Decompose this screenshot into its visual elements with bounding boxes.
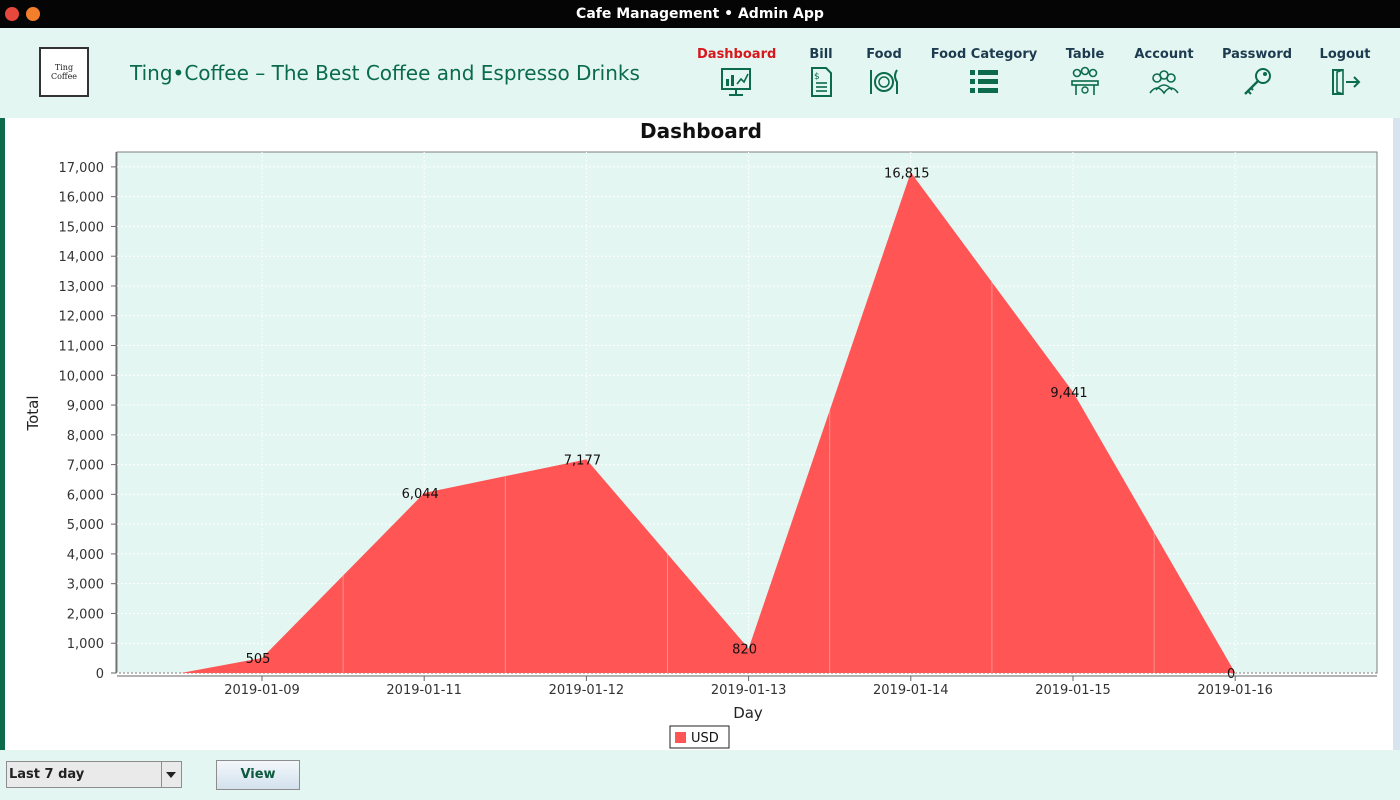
nav-password[interactable]: Password bbox=[1221, 47, 1293, 98]
y-tick-label: 4,000 bbox=[67, 548, 104, 563]
nav-table[interactable]: Table bbox=[1061, 47, 1109, 98]
data-label: 6,044 bbox=[402, 487, 439, 502]
y-tick-label: 5,000 bbox=[67, 518, 104, 533]
key-icon bbox=[1244, 68, 1271, 95]
account-icon bbox=[1149, 70, 1179, 95]
app-name: Ting•Coffee – The Best Coffee and Espres… bbox=[130, 61, 640, 85]
x-tick-label: 2019-01-16 bbox=[1197, 683, 1273, 698]
x-tick-label: 2019-01-11 bbox=[386, 683, 462, 698]
data-label: 820 bbox=[732, 643, 757, 658]
dashboard-panel: Dashboard 505 6,044 7,177 820 16,815 9,441 0 0… bbox=[0, 118, 1400, 750]
y-tick-label: 11,000 bbox=[59, 340, 105, 355]
app-header: Ting Coffee Ting•Coffee – The Best Coffe… bbox=[0, 28, 1400, 118]
y-tick-label: 8,000 bbox=[67, 429, 104, 444]
logout-icon bbox=[1332, 68, 1361, 96]
nav-food-category-label: Food Category bbox=[930, 47, 1038, 62]
data-label: 505 bbox=[246, 652, 271, 667]
x-tick-label: 2019-01-09 bbox=[224, 683, 300, 698]
data-label: 16,815 bbox=[884, 166, 930, 181]
nav-food[interactable]: Food bbox=[861, 47, 907, 98]
y-tick-label: 6,000 bbox=[67, 488, 104, 503]
legend-swatch-usd bbox=[675, 732, 686, 743]
y-tick-label: 9,000 bbox=[67, 399, 104, 414]
legend-label-usd: USD bbox=[691, 731, 719, 746]
chart-title: Dashboard bbox=[640, 119, 762, 143]
y-tick-label: 2,000 bbox=[67, 607, 104, 622]
x-tick-label: 2019-01-15 bbox=[1035, 683, 1111, 698]
nav-food-category[interactable]: Food Category bbox=[929, 47, 1039, 98]
window-title: Cafe Management • Admin App bbox=[576, 6, 824, 22]
x-axis-title: Day bbox=[733, 704, 763, 722]
y-tick-label: 0 bbox=[96, 667, 104, 682]
y-axis: 0 1,000 2,000 3,000 4,000 5,000 6,000 7,000 8,00… bbox=[59, 152, 117, 682]
nav-logout[interactable]: Logout bbox=[1317, 47, 1373, 98]
nav-account[interactable]: Account bbox=[1130, 47, 1198, 98]
y-tick-label: 14,000 bbox=[59, 250, 105, 265]
nav-dashboard[interactable]: Dashboard bbox=[697, 47, 777, 98]
window-titlebar: Cafe Management • Admin App bbox=[0, 0, 1400, 28]
date-range-select[interactable]: Last 7 day bbox=[6, 761, 182, 788]
footer-controls: Last 7 day View bbox=[0, 750, 1400, 800]
app-logo: Ting Coffee bbox=[39, 47, 89, 97]
chart-legend: USD bbox=[669, 725, 730, 749]
y-tick-label: 13,000 bbox=[59, 280, 105, 295]
y-tick-label: 3,000 bbox=[67, 578, 104, 593]
nav-dashboard-label: Dashboard bbox=[697, 47, 777, 62]
y-axis-title: Total bbox=[24, 395, 42, 431]
svg-text:$: $ bbox=[814, 72, 820, 82]
data-label: 7,177 bbox=[564, 453, 601, 468]
table-icon bbox=[1071, 66, 1099, 95]
dashboard-icon bbox=[721, 68, 751, 96]
x-tick-label: 2019-01-14 bbox=[873, 683, 949, 698]
nav-account-label: Account bbox=[1134, 47, 1194, 62]
x-tick-label: 2019-01-12 bbox=[549, 683, 625, 698]
date-range-value: Last 7 day bbox=[9, 767, 85, 782]
nav-food-label: Food bbox=[866, 47, 902, 62]
nav-logout-label: Logout bbox=[1319, 47, 1371, 62]
view-button[interactable]: View bbox=[216, 760, 300, 790]
nav-bill[interactable]: Bill $ bbox=[801, 47, 841, 98]
y-tick-label: 10,000 bbox=[59, 369, 105, 384]
nav-bill-label: Bill bbox=[809, 47, 833, 62]
revenue-area-chart: Dashboard 505 6,044 7,177 820 16,815 9,441 0 0… bbox=[24, 119, 1378, 749]
list-icon bbox=[970, 70, 998, 93]
logo-line-1: Ting bbox=[54, 63, 74, 72]
y-tick-label: 16,000 bbox=[59, 191, 105, 206]
y-tick-label: 1,000 bbox=[67, 637, 104, 652]
y-tick-label: 17,000 bbox=[59, 161, 105, 176]
x-tick-label: 2019-01-13 bbox=[711, 683, 787, 698]
chevron-down-icon[interactable] bbox=[161, 762, 181, 787]
nav-table-label: Table bbox=[1065, 47, 1105, 62]
y-tick-label: 12,000 bbox=[59, 310, 105, 325]
nav-password-label: Password bbox=[1221, 47, 1293, 62]
food-icon bbox=[870, 69, 898, 94]
data-label: 0 bbox=[1227, 667, 1235, 682]
data-label: 9,441 bbox=[1050, 386, 1087, 401]
x-axis: 2019-01-09 2019-01-11 2019-01-12 2019-01-13… bbox=[117, 675, 1377, 698]
y-tick-label: 15,000 bbox=[59, 220, 105, 235]
bill-icon: $ bbox=[811, 67, 832, 97]
y-tick-label: 7,000 bbox=[67, 459, 104, 474]
logo-line-2: Coffee bbox=[50, 72, 78, 81]
